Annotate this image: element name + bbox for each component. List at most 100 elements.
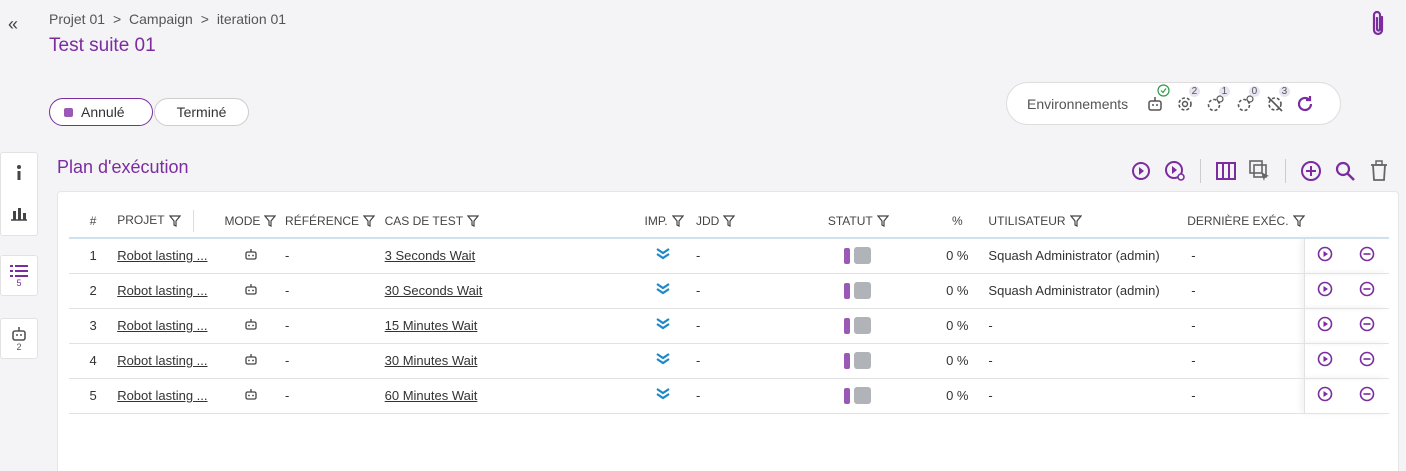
remove-circle-icon[interactable] xyxy=(1359,351,1375,370)
row-jdd: - xyxy=(695,378,828,414)
table-row: 5 Robot lasting ... - 60 Minutes Wait - … xyxy=(69,378,1389,414)
play-circle-icon[interactable] xyxy=(1317,281,1333,300)
importance-low-icon xyxy=(656,318,671,330)
row-importance xyxy=(644,273,696,309)
play-circle-icon[interactable] xyxy=(1317,316,1333,335)
gear-icon[interactable]: 2 xyxy=(1170,85,1201,116)
filter-icon xyxy=(876,215,889,228)
row-number: 3 xyxy=(69,308,118,344)
row-testcase-link[interactable]: 30 Seconds Wait xyxy=(384,273,645,309)
breadcrumb-iteration[interactable]: iteration 01 xyxy=(217,11,286,27)
gears-icon[interactable]: 0 xyxy=(1230,85,1261,116)
robot-icon xyxy=(245,248,258,260)
breadcrumb-campaign[interactable]: Campaign xyxy=(129,11,193,27)
check-circle-icon xyxy=(1157,83,1170,102)
add-icon[interactable] xyxy=(1298,158,1324,184)
row-user: Squash Administrator (admin) xyxy=(988,238,1188,274)
col-header-statut[interactable]: STATUT xyxy=(827,204,927,239)
trash-icon[interactable] xyxy=(1366,158,1392,184)
col-header-derniere-exec[interactable]: DERNIÈRE EXÉC. xyxy=(1187,204,1305,239)
gear-off-icon[interactable]: 3 xyxy=(1260,85,1291,116)
col-header-projet[interactable]: PROJET xyxy=(117,204,225,239)
row-status[interactable] xyxy=(827,378,927,414)
row-user: - xyxy=(988,378,1188,414)
row-reference: - xyxy=(285,273,385,309)
status-done-button[interactable]: Terminé xyxy=(154,98,249,126)
status-cancelled-button[interactable]: Annulé xyxy=(49,98,153,126)
col-header-imp[interactable]: IMP. xyxy=(644,204,696,239)
row-project-link[interactable]: Robot lasting ... xyxy=(117,343,225,379)
row-project-link[interactable]: Robot lasting ... xyxy=(117,378,225,414)
robot-icon xyxy=(245,353,258,365)
filter-icon xyxy=(1292,215,1305,228)
status-bar xyxy=(843,352,850,369)
play-circle-icon[interactable] xyxy=(1317,351,1333,370)
columns-icon[interactable] xyxy=(1213,158,1239,184)
list-icon xyxy=(10,265,28,277)
col-header-reference[interactable]: RÉFÉRENCE xyxy=(285,204,385,239)
col-header-mode[interactable]: MODE xyxy=(224,204,286,239)
table-header-row: # PROJET MODE RÉFÉRENCE CAS DE TEST IMP.… xyxy=(69,204,1389,239)
col-header-cas-de-test[interactable]: CAS DE TEST xyxy=(384,204,645,239)
side-rail-automation[interactable]: 2 xyxy=(0,318,38,359)
gears-icon[interactable]: 1 xyxy=(1200,85,1231,116)
status-box xyxy=(853,282,871,299)
col-header-jdd[interactable]: JDD xyxy=(695,204,828,239)
play-circle-icon[interactable] xyxy=(1317,386,1333,405)
row-mode xyxy=(224,238,286,274)
row-status[interactable] xyxy=(827,343,927,379)
side-rail-execution-plan[interactable]: 5 xyxy=(0,255,38,296)
robot-ok-icon[interactable] xyxy=(1140,83,1170,116)
table-row: 1 Robot lasting ... - 3 Seconds Wait - 0… xyxy=(69,238,1389,274)
row-status[interactable] xyxy=(827,238,927,274)
row-testcase-link[interactable]: 30 Minutes Wait xyxy=(384,343,645,379)
play-circle-icon[interactable] xyxy=(1317,246,1333,265)
row-status[interactable] xyxy=(827,308,927,344)
row-testcase-link[interactable]: 15 Minutes Wait xyxy=(384,308,645,344)
filter-icon xyxy=(168,214,181,227)
row-project-link[interactable]: Robot lasting ... xyxy=(117,273,225,309)
row-user: - xyxy=(988,308,1188,344)
col-header-utilisateur[interactable]: UTILISATEUR xyxy=(988,204,1188,239)
row-last-exec: - xyxy=(1187,343,1305,379)
status-bar xyxy=(843,282,850,299)
row-testcase-link[interactable]: 60 Minutes Wait xyxy=(384,378,645,414)
side-rail-top xyxy=(0,152,38,236)
filter-icon xyxy=(362,215,376,228)
importance-low-icon xyxy=(656,283,671,295)
row-project-link[interactable]: Robot lasting ... xyxy=(117,308,225,344)
paperclip-icon[interactable] xyxy=(1370,10,1386,43)
row-user: Squash Administrator (admin) xyxy=(988,273,1188,309)
info-icon[interactable] xyxy=(1,153,37,193)
row-importance xyxy=(644,238,696,274)
row-last-exec: - xyxy=(1187,308,1305,344)
run-settings-icon[interactable] xyxy=(1162,158,1188,184)
row-number: 2 xyxy=(69,273,118,309)
refresh-icon[interactable] xyxy=(1290,92,1320,116)
env-count-badge: 3 xyxy=(1278,85,1291,97)
row-testcase-link[interactable]: 3 Seconds Wait xyxy=(384,238,645,274)
row-actions xyxy=(1304,273,1389,309)
row-project-link[interactable]: Robot lasting ... xyxy=(117,238,225,274)
execution-plan-table: # PROJET MODE RÉFÉRENCE CAS DE TEST IMP.… xyxy=(69,204,1389,414)
history-icon[interactable] xyxy=(1128,158,1154,184)
row-reference: - xyxy=(285,343,385,379)
remove-circle-icon[interactable] xyxy=(1359,386,1375,405)
bar-chart-icon[interactable] xyxy=(1,193,37,233)
remove-circle-icon[interactable] xyxy=(1359,246,1375,265)
toolbar-divider xyxy=(1200,159,1201,183)
col-header-num: # xyxy=(69,204,118,239)
col-header-actions xyxy=(1304,204,1389,239)
remove-circle-icon[interactable] xyxy=(1359,281,1375,300)
table-row: 3 Robot lasting ... - 15 Minutes Wait - … xyxy=(69,308,1389,344)
collapse-sidebar-button[interactable]: « xyxy=(8,14,18,35)
remove-circle-icon[interactable] xyxy=(1359,316,1375,335)
search-icon[interactable] xyxy=(1332,158,1358,184)
row-jdd: - xyxy=(695,273,828,309)
status-done-label: Terminé xyxy=(176,104,227,120)
row-mode xyxy=(224,343,286,379)
row-status[interactable] xyxy=(827,273,927,309)
breadcrumb-project[interactable]: Projet 01 xyxy=(49,11,105,27)
env-count-badge: 1 xyxy=(1218,85,1231,97)
select-icon[interactable] xyxy=(1247,158,1273,184)
